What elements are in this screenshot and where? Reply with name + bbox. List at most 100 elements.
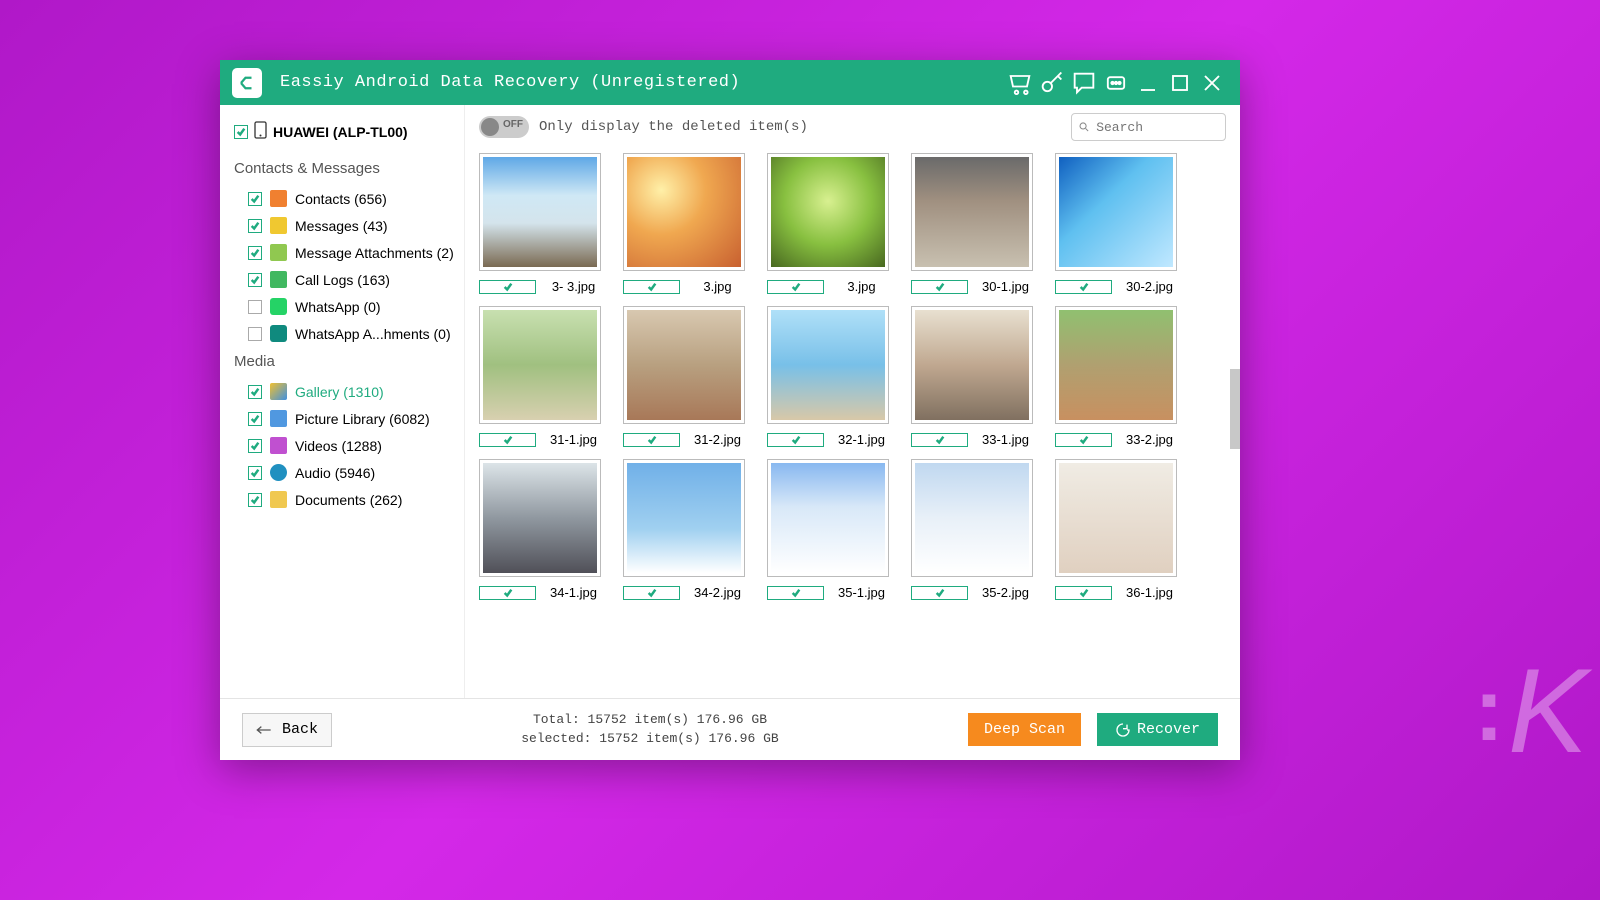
device-row[interactable]: HUAWEI (ALP-TL00)	[220, 117, 464, 154]
thumbnail-item[interactable]: 31-2.jpg	[623, 306, 745, 447]
thumbnail-image[interactable]	[1055, 153, 1177, 271]
checkbox[interactable]	[248, 385, 262, 399]
key-icon[interactable]	[1038, 69, 1066, 97]
sidebar-item-audio[interactable]: Audio (5946)	[220, 459, 464, 486]
section-contacts-messages: Contacts & Messages	[220, 154, 464, 185]
contacts-icon	[270, 190, 287, 207]
thumbnail-image[interactable]	[767, 306, 889, 424]
sidebar-item-documents[interactable]: Documents (262)	[220, 486, 464, 513]
section-media: Media	[220, 347, 464, 378]
checkbox[interactable]	[248, 192, 262, 206]
sidebar-item-picture-library[interactable]: Picture Library (6082)	[220, 405, 464, 432]
feedback-icon[interactable]	[1070, 69, 1098, 97]
maximize-button[interactable]	[1166, 69, 1194, 97]
thumbnail-checkbox[interactable]	[767, 586, 824, 600]
thumbnail-checkbox[interactable]	[623, 280, 680, 294]
thumbnail-image[interactable]	[1055, 306, 1177, 424]
sidebar-item-whatsapp-attachments[interactable]: WhatsApp A...hments (0)	[220, 320, 464, 347]
thumbnail-item[interactable]: 3.jpg	[623, 153, 745, 294]
thumbnail-filename: 33-1.jpg	[978, 432, 1033, 447]
thumbnail-item[interactable]: 35-1.jpg	[767, 459, 889, 600]
thumbnail-checkbox[interactable]	[911, 280, 968, 294]
thumbnail-filename: 33-2.jpg	[1122, 432, 1177, 447]
thumbnail-image[interactable]	[911, 306, 1033, 424]
thumbnail-checkbox[interactable]	[767, 280, 824, 294]
thumbnail-checkbox[interactable]	[623, 433, 680, 447]
thumbnail-item[interactable]: 33-1.jpg	[911, 306, 1033, 447]
checkbox[interactable]	[248, 273, 262, 287]
close-button[interactable]	[1198, 69, 1226, 97]
deleted-only-toggle[interactable]: OFF	[479, 116, 529, 138]
thumbnail-item[interactable]: 33-2.jpg	[1055, 306, 1177, 447]
thumbnail-image[interactable]	[911, 153, 1033, 271]
thumbnail-item[interactable]: 30-2.jpg	[1055, 153, 1177, 294]
thumbnail-image[interactable]	[479, 459, 601, 577]
thumbnail-image[interactable]	[623, 306, 745, 424]
checkbox[interactable]	[248, 246, 262, 260]
sidebar-item-messages[interactable]: Messages (43)	[220, 212, 464, 239]
thumbnail-image[interactable]	[623, 459, 745, 577]
thumbnail-image[interactable]	[479, 153, 601, 271]
scroll-thumb[interactable]	[1230, 369, 1240, 449]
cart-icon[interactable]	[1006, 69, 1034, 97]
videos-icon	[270, 437, 287, 454]
checkbox[interactable]	[248, 412, 262, 426]
deep-scan-button[interactable]: Deep Scan	[968, 713, 1081, 746]
thumbnail-checkbox[interactable]	[479, 280, 536, 294]
sidebar-item-videos[interactable]: Videos (1288)	[220, 432, 464, 459]
thumbnail-filename: 35-1.jpg	[834, 585, 889, 600]
thumbnail-checkbox[interactable]	[911, 586, 968, 600]
thumbnail-item[interactable]: 32-1.jpg	[767, 306, 889, 447]
thumbnail-checkbox[interactable]	[1055, 586, 1112, 600]
sidebar-item-whatsapp[interactable]: WhatsApp (0)	[220, 293, 464, 320]
thumbnail-item[interactable]: 35-2.jpg	[911, 459, 1033, 600]
back-button[interactable]: Back	[242, 713, 332, 747]
checkbox[interactable]	[248, 466, 262, 480]
sidebar-item-message-attachments[interactable]: Message Attachments (2)	[220, 239, 464, 266]
thumbnail-image[interactable]	[623, 153, 745, 271]
checkbox[interactable]	[248, 219, 262, 233]
search-input[interactable]	[1096, 120, 1219, 135]
scrollbar[interactable]	[1230, 149, 1240, 698]
search-icon	[1078, 120, 1090, 134]
thumbnail-item[interactable]: 30-1.jpg	[911, 153, 1033, 294]
thumbnail-image[interactable]	[767, 153, 889, 271]
thumbnail-image[interactable]	[911, 459, 1033, 577]
thumbnail-filename: 3- 3.jpg	[546, 279, 601, 294]
phone-icon	[254, 121, 267, 142]
thumbnail-image[interactable]	[767, 459, 889, 577]
thumbnail-checkbox[interactable]	[623, 586, 680, 600]
thumbnail-image[interactable]	[1055, 459, 1177, 577]
menu-icon[interactable]	[1102, 69, 1130, 97]
thumbnail-checkbox[interactable]	[479, 586, 536, 600]
device-checkbox[interactable]	[234, 125, 248, 139]
search-box[interactable]	[1071, 113, 1226, 141]
brand-watermark: K	[1474, 642, 1580, 780]
thumbnail-item[interactable]: 3- 3.jpg	[479, 153, 601, 294]
thumbnail-item[interactable]: 36-1.jpg	[1055, 459, 1177, 600]
sidebar: HUAWEI (ALP-TL00) Contacts & Messages Co…	[220, 105, 465, 698]
sidebar-item-gallery[interactable]: Gallery (1310)	[220, 378, 464, 405]
stats: Total: 15752 item(s) 176.96 GB selected:…	[348, 711, 952, 747]
sidebar-item-call-logs[interactable]: Call Logs (163)	[220, 266, 464, 293]
whatsapp-attach-icon	[270, 325, 287, 342]
thumbnail-image[interactable]	[479, 306, 601, 424]
thumbnail-item[interactable]: 3.jpg	[767, 153, 889, 294]
sidebar-item-contacts[interactable]: Contacts (656)	[220, 185, 464, 212]
checkbox[interactable]	[248, 327, 262, 341]
thumbnail-checkbox[interactable]	[479, 433, 536, 447]
checkbox[interactable]	[248, 493, 262, 507]
minimize-button[interactable]	[1134, 69, 1162, 97]
thumbnail-checkbox[interactable]	[1055, 280, 1112, 294]
thumbnail-item[interactable]: 31-1.jpg	[479, 306, 601, 447]
thumbnail-checkbox[interactable]	[911, 433, 968, 447]
recover-button[interactable]: Recover	[1097, 713, 1218, 746]
thumbnail-item[interactable]: 34-2.jpg	[623, 459, 745, 600]
thumbnail-checkbox[interactable]	[1055, 433, 1112, 447]
thumbnail-item[interactable]: 34-1.jpg	[479, 459, 601, 600]
recover-icon	[1115, 722, 1131, 738]
checkbox[interactable]	[248, 300, 262, 314]
thumbnail-filename: 36-1.jpg	[1122, 585, 1177, 600]
thumbnail-checkbox[interactable]	[767, 433, 824, 447]
checkbox[interactable]	[248, 439, 262, 453]
